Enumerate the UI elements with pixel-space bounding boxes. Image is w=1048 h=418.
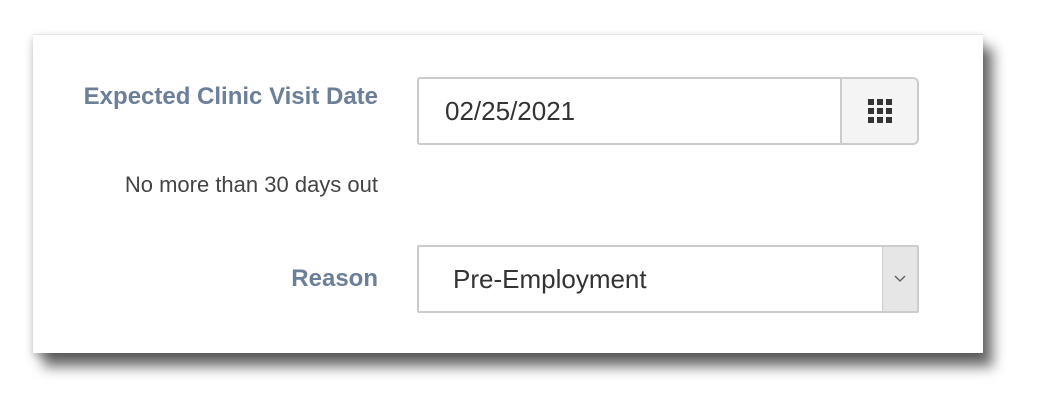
date-hint-text: No more than 30 days out [124, 172, 378, 197]
expected-clinic-visit-date-label: Expected Clinic Visit Date [83, 83, 378, 110]
calendar-grid-icon [867, 99, 892, 123]
chevron-down-icon [894, 275, 906, 283]
date-input[interactable] [417, 77, 840, 145]
reason-selected-value: Pre-Employment [453, 264, 647, 294]
date-picker [417, 77, 919, 145]
reason-label: Reason [291, 265, 378, 292]
reason-dropdown-toggle[interactable] [882, 247, 917, 311]
reason-select[interactable]: Pre-Employment [417, 245, 919, 313]
calendar-button[interactable] [840, 77, 919, 145]
form-panel: Expected Clinic Visit Date No more than … [33, 34, 983, 353]
